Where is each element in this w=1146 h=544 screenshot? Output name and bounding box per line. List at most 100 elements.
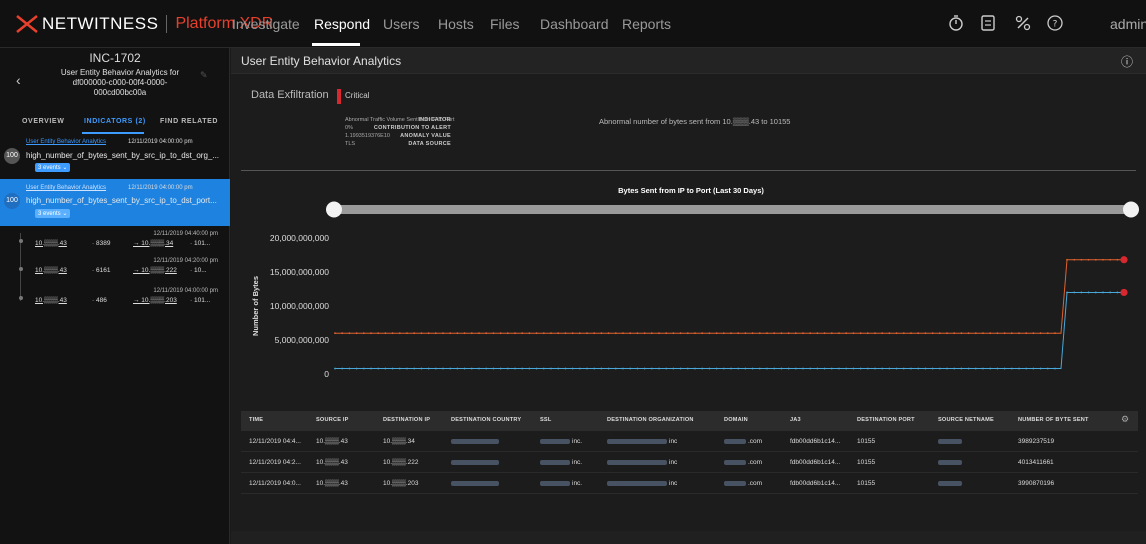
y-tick-label: 15,000,000,000 bbox=[270, 267, 329, 277]
stopwatch-icon[interactable] bbox=[947, 14, 965, 32]
range-slider-handle-right[interactable] bbox=[1123, 201, 1139, 218]
column-header[interactable]: DESTINATION PORT bbox=[857, 417, 915, 423]
cell-text: fdb00dd6b1c14... bbox=[790, 480, 841, 487]
event-source-ip[interactable]: 10.▒▒▒.43 bbox=[35, 297, 67, 304]
series-point bbox=[442, 332, 444, 335]
indicator-item[interactable]: 100 User Entity Behavior Analytics 12/11… bbox=[0, 135, 230, 179]
series-point bbox=[1087, 258, 1090, 261]
indicator-name: high_number_of_bytes_sent_by_src_ip_to_d… bbox=[26, 151, 220, 160]
column-header[interactable]: SOURCE NETNAME bbox=[938, 417, 994, 423]
nav-investigate[interactable]: Investigate bbox=[232, 16, 300, 32]
series-point bbox=[773, 332, 776, 335]
event-source-ip[interactable]: 10.▒▒▒.43 bbox=[35, 240, 67, 247]
series-point bbox=[506, 332, 509, 335]
event-row[interactable]: 12/11/2019 04:40:00 pm 10.▒▒▒.43 · 8389 … bbox=[0, 231, 230, 255]
series-point bbox=[809, 367, 812, 370]
series-point bbox=[406, 367, 408, 370]
redacted-value bbox=[938, 459, 962, 465]
help-circle-icon[interactable]: ? bbox=[1046, 14, 1064, 32]
series-point bbox=[406, 332, 408, 335]
brand-separator bbox=[166, 15, 168, 33]
column-header[interactable]: DESTINATION IP bbox=[383, 417, 430, 423]
events-dropdown-button[interactable]: 3 events ⌄ bbox=[35, 163, 71, 172]
help-icon[interactable]: ⓘ bbox=[1121, 53, 1133, 70]
series-point bbox=[593, 367, 596, 370]
event-destination-ip[interactable]: → 10.▒▒▒.34 bbox=[133, 240, 173, 247]
table-cell: inc bbox=[607, 480, 677, 487]
series-point bbox=[708, 332, 711, 335]
series-point bbox=[758, 367, 761, 370]
series-point bbox=[852, 367, 855, 370]
series-point bbox=[377, 367, 380, 370]
user-menu[interactable]: admin bbox=[1110, 16, 1146, 32]
table-cell: 10155 bbox=[857, 480, 875, 487]
indicator-item-selected[interactable]: 100 User Entity Behavior Analytics 12/11… bbox=[0, 179, 230, 226]
series-point bbox=[586, 332, 588, 335]
series-point bbox=[499, 332, 502, 335]
series-point bbox=[679, 332, 682, 335]
column-header[interactable]: DESTINATION ORGANIZATION bbox=[607, 417, 694, 423]
series-point bbox=[780, 367, 783, 370]
column-header[interactable]: DOMAIN bbox=[724, 417, 748, 423]
event-destination-ip[interactable]: → 10.▒▒▒.203 bbox=[133, 297, 177, 304]
column-header[interactable]: SSL bbox=[540, 417, 551, 423]
column-header[interactable]: SOURCE IP bbox=[316, 417, 349, 423]
column-header[interactable]: NUMBER OF BYTE SENT bbox=[1018, 417, 1089, 423]
series-endpoint[interactable] bbox=[1120, 288, 1128, 297]
series-point bbox=[917, 332, 920, 335]
series-point bbox=[881, 332, 884, 335]
table-cell: inc bbox=[607, 459, 677, 466]
series-point bbox=[787, 332, 790, 335]
series-point bbox=[355, 332, 358, 335]
nav-respond[interactable]: Respond bbox=[314, 16, 370, 32]
tab-find-related[interactable]: FIND RELATED bbox=[160, 118, 218, 125]
indicator-source-link[interactable]: User Entity Behavior Analytics bbox=[26, 139, 106, 145]
column-settings-gear-icon[interactable]: ⚙ bbox=[1121, 414, 1129, 425]
series-point bbox=[766, 367, 768, 370]
event-row[interactable]: 12/11/2019 04:20:00 pm 10.▒▒▒.43 · 6161 … bbox=[0, 258, 230, 282]
tab-overview[interactable]: OVERVIEW bbox=[22, 118, 64, 125]
series-point bbox=[960, 332, 963, 335]
series-point bbox=[895, 367, 898, 370]
series-point bbox=[996, 332, 999, 335]
event-source-ip[interactable]: 10.▒▒▒.43 bbox=[35, 267, 67, 274]
y-axis-label: Number of Bytes bbox=[251, 276, 260, 336]
event-row[interactable]: 12/11/2019 04:00:00 pm 10.▒▒▒.43 · 486 →… bbox=[0, 288, 230, 312]
edit-pencil-icon[interactable]: ✎ bbox=[200, 70, 208, 81]
nav-files[interactable]: Files bbox=[490, 16, 520, 32]
table-row[interactable]: 12/11/2019 04:2... 10.▒▒▒.43 10.▒▒▒.222 inc… bbox=[241, 453, 1138, 473]
range-slider-handle-left[interactable] bbox=[326, 201, 342, 218]
back-arrow-icon[interactable]: ‹ bbox=[16, 72, 21, 88]
range-slider-track[interactable] bbox=[334, 205, 1131, 214]
nav-dashboard[interactable]: Dashboard bbox=[540, 16, 609, 32]
nav-users[interactable]: Users bbox=[383, 16, 420, 32]
series-point bbox=[722, 332, 725, 335]
series-point bbox=[514, 332, 516, 335]
table-row[interactable]: 12/11/2019 04:0... 10.▒▒▒.43 10.▒▒▒.203 inc… bbox=[241, 474, 1138, 494]
table-row[interactable]: 12/11/2019 04:4... 10.▒▒▒.43 10.▒▒▒.34 inc.… bbox=[241, 432, 1138, 452]
series-point bbox=[557, 332, 560, 335]
series-point bbox=[478, 367, 480, 370]
calculator-icon[interactable] bbox=[979, 14, 997, 32]
series-point bbox=[614, 332, 617, 335]
risk-score-badge: 100 bbox=[4, 148, 20, 164]
event-more: · 10... bbox=[190, 267, 207, 274]
nav-reports[interactable]: Reports bbox=[622, 16, 671, 32]
series-point bbox=[492, 332, 495, 335]
column-header[interactable]: JA3 bbox=[790, 417, 801, 423]
tools-icon[interactable] bbox=[1014, 14, 1032, 32]
y-tick-label: 0 bbox=[324, 369, 329, 378]
indicator-source-link[interactable]: User Entity Behavior Analytics bbox=[26, 185, 106, 191]
series-point bbox=[694, 332, 696, 335]
series-point bbox=[463, 332, 466, 335]
nav-hosts[interactable]: Hosts bbox=[438, 16, 474, 32]
series-endpoint[interactable] bbox=[1120, 256, 1128, 264]
series-point bbox=[564, 367, 567, 370]
series-point bbox=[384, 332, 387, 335]
column-header[interactable]: DESTINATION COUNTRY bbox=[451, 417, 521, 423]
events-dropdown-button[interactable]: 3 events ⌄ bbox=[35, 209, 71, 218]
tab-indicators[interactable]: INDICATORS (2) bbox=[84, 118, 146, 125]
column-header[interactable]: TIME bbox=[249, 417, 263, 423]
event-destination-ip[interactable]: → 10.▒▒▒.222 bbox=[133, 267, 177, 274]
series-point bbox=[989, 367, 992, 370]
